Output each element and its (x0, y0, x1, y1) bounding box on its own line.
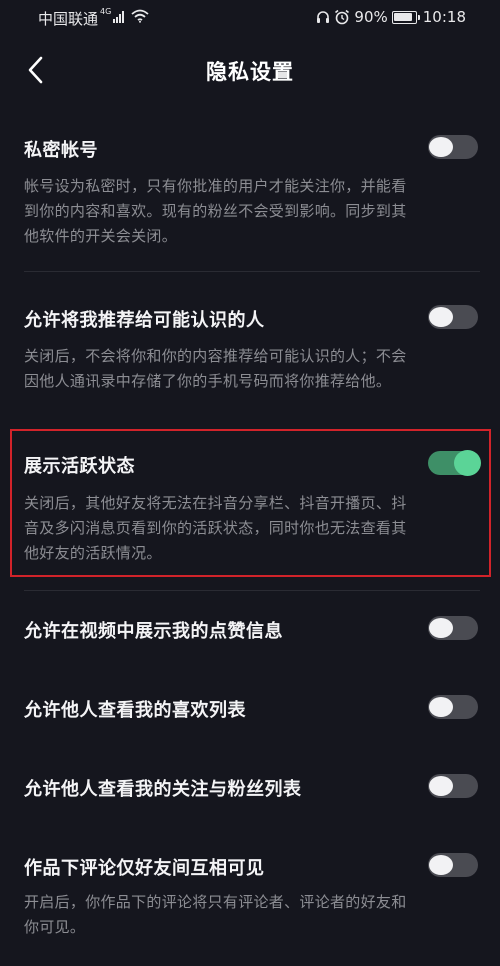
description-line: 关闭后，不会将你和你的内容推荐给可能认识的人；不会 (24, 347, 407, 365)
description-line: 他好友的活跃情况。 (24, 544, 162, 562)
signal-icon (113, 11, 125, 23)
toggle-knob (429, 137, 453, 157)
follow-list-toggle[interactable] (428, 774, 478, 798)
description-line: 开启后，你作品下的评论将只有评论者、评论者的好友和 (24, 893, 407, 911)
likes-in-video-toggle[interactable] (428, 616, 478, 640)
toggle-knob (429, 307, 453, 327)
setting-description: 关闭后，不会将你和你的内容推荐给可能认识的人；不会 因他人通讯录中存储了你的手机… (24, 344, 484, 394)
setting-title: 私密帐号 (24, 140, 98, 161)
toggle-knob (429, 697, 453, 717)
carrier-name: 中国联通 (38, 10, 99, 28)
likes-list-toggle[interactable] (428, 695, 478, 719)
clock: 10:18 (422, 8, 466, 26)
setting-title: 允许在视频中展示我的点赞信息 (24, 621, 283, 642)
description-line: 因他人通讯录中存储了你的手机号码而将你推荐给他。 (24, 372, 392, 390)
description-line: 关闭后，其他好友将无法在抖音分享栏、抖音开播页、抖 (24, 494, 407, 512)
toggle-knob (454, 450, 481, 476)
battery-percent: 90% (354, 8, 388, 26)
setting-title: 作品下评论仅好友间互相可见 (24, 858, 265, 879)
description-line: 他软件的开关会关闭。 (24, 227, 178, 245)
toggle-knob (429, 776, 453, 796)
active-status-toggle[interactable] (428, 450, 481, 476)
description-line: 到你的内容和喜欢。现有的粉丝不会受到影响。同步到其 (24, 202, 407, 220)
carrier-info: 中国联通 4G (38, 7, 149, 29)
divider (24, 271, 480, 272)
toggle-knob (429, 618, 453, 638)
battery-icon (391, 10, 420, 24)
setting-description: 帐号设为私密时，只有你批准的用户才能关注你，并能看 到你的内容和喜欢。现有的粉丝… (24, 174, 484, 249)
setting-description: 关闭后，其他好友将无法在抖音分享栏、抖音开播页、抖 音及多闪消息页看到你的活跃状… (24, 491, 484, 566)
alarm-icon (334, 9, 350, 25)
setting-description: 开启后，你作品下的评论将只有评论者、评论者的好友和 你可见。 (24, 890, 484, 940)
page-title: 隐私设置 (206, 60, 294, 84)
wifi-icon (131, 9, 149, 27)
setting-title: 允许他人查看我的喜欢列表 (24, 700, 246, 721)
recommend-toggle[interactable] (428, 305, 478, 329)
divider (24, 590, 480, 591)
status-right: 90% 10:18 (316, 8, 466, 26)
toggle-knob (429, 855, 453, 875)
description-line: 帐号设为私密时，只有你批准的用户才能关注你，并能看 (24, 177, 407, 195)
network-type: 4G (100, 7, 112, 16)
status-bar: 中国联通 4G 90% 10:18 (0, 0, 500, 36)
setting-title: 允许将我推荐给可能认识的人 (24, 310, 265, 331)
setting-title: 展示活跃状态 (24, 456, 135, 477)
description-line: 你可见。 (24, 918, 86, 936)
comments-friends-toggle[interactable] (428, 853, 478, 877)
private-account-toggle[interactable] (428, 135, 478, 159)
description-line: 音及多闪消息页看到你的活跃状态，同时你也无法查看其 (24, 519, 407, 537)
setting-title: 允许他人查看我的关注与粉丝列表 (24, 779, 302, 800)
headset-icon (316, 10, 330, 24)
